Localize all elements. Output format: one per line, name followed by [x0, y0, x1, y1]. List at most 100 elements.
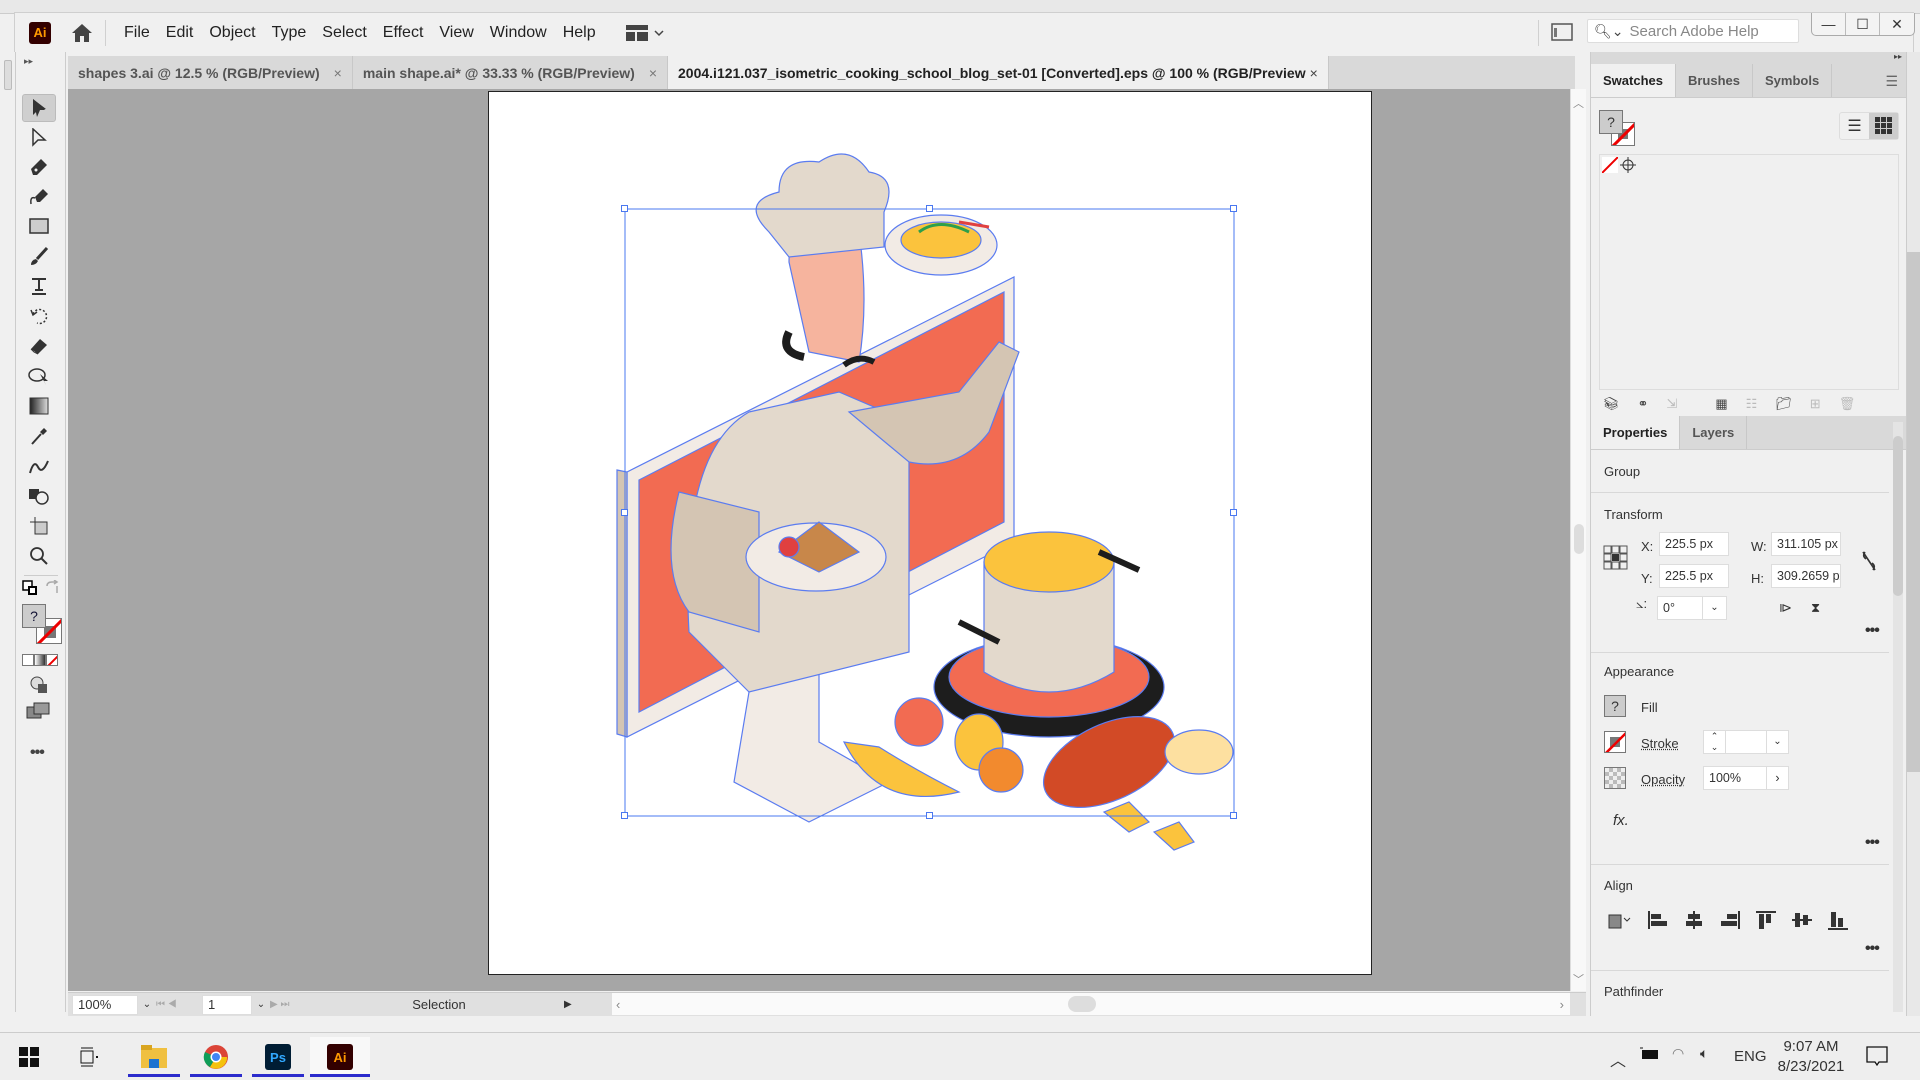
action-center-button[interactable]: [1866, 1045, 1888, 1070]
close-button[interactable]: ✕: [1880, 13, 1914, 35]
vertical-scrollbar[interactable]: ︿ ﹀: [1570, 89, 1586, 991]
scroll-handle[interactable]: [4, 60, 12, 90]
tab-brushes[interactable]: Brushes: [1676, 64, 1754, 97]
stepper-icon[interactable]: ⌃ ⌄: [1704, 731, 1726, 753]
zoom-level-field[interactable]: 100%: [72, 994, 138, 1015]
status-menu-arrow[interactable]: ▶: [564, 999, 578, 1010]
scroll-up-icon[interactable]: ︿: [1573, 95, 1584, 111]
artboard[interactable]: [488, 91, 1372, 975]
height-input[interactable]: 309.2659 px: [1771, 564, 1841, 588]
width-input[interactable]: 311.105 px: [1771, 532, 1841, 556]
menu-object[interactable]: Object: [201, 24, 263, 42]
align-bottom-icon[interactable]: [1827, 910, 1849, 930]
selection-handle[interactable]: [1230, 509, 1237, 516]
volume-icon[interactable]: 🔈︎: [1700, 1045, 1708, 1062]
fill-swatch-unknown[interactable]: ?: [22, 604, 46, 628]
align-to-selection-icon[interactable]: [1605, 910, 1633, 930]
swap-colors-button[interactable]: [44, 579, 60, 599]
scroll-right-icon[interactable]: ›: [1560, 997, 1564, 1012]
new-swatch-icon[interactable]: ⊞: [1810, 396, 1821, 412]
swatch-registration[interactable]: [1620, 157, 1636, 176]
swatch-kind-menu-icon[interactable]: ▦: [1715, 396, 1727, 412]
none-button[interactable]: [46, 654, 58, 666]
share-swatches-icon[interactable]: ⚭: [1638, 396, 1649, 412]
task-view-button[interactable]: [64, 1037, 114, 1077]
stroke-label[interactable]: Stroke: [1641, 736, 1679, 751]
maximize-button[interactable]: ☐: [1846, 13, 1880, 35]
menu-view[interactable]: View: [431, 24, 481, 42]
menu-help[interactable]: Help: [555, 24, 604, 42]
tab-shapes-3[interactable]: shapes 3.ai @ 12.5 % (RGB/Preview) ×: [68, 56, 353, 89]
more-align-options[interactable]: •••: [1865, 940, 1880, 958]
blend-tool[interactable]: [22, 452, 56, 480]
tab-symbols[interactable]: Symbols: [1753, 64, 1833, 97]
zoom-tool[interactable]: [22, 542, 56, 570]
scroll-thumb[interactable]: [1068, 996, 1096, 1012]
zoom-dropdown[interactable]: ⌄: [138, 999, 156, 1010]
close-tab-icon[interactable]: ×: [1310, 65, 1318, 81]
more-transform-options[interactable]: •••: [1865, 622, 1880, 640]
selection-handle[interactable]: [621, 812, 628, 819]
fill-swatch-unknown[interactable]: ?: [1599, 110, 1623, 134]
horizontal-scrollbar[interactable]: ‹ ›: [612, 993, 1570, 1015]
menu-file[interactable]: File: [116, 24, 158, 42]
chevron-down-icon[interactable]: ⌄: [1766, 731, 1788, 753]
selection-handle[interactable]: [621, 509, 628, 516]
show-hidden-icons-button[interactable]: ︿: [1610, 1047, 1626, 1071]
scroll-thumb[interactable]: [1907, 252, 1920, 772]
pen-tool[interactable]: [22, 153, 56, 181]
effects-button[interactable]: fx.: [1613, 812, 1629, 829]
home-button[interactable]: [69, 22, 95, 44]
stroke-weight-input[interactable]: ⌃ ⌄ ⌄: [1703, 730, 1789, 754]
y-position-input[interactable]: 225.5 px: [1659, 564, 1729, 588]
close-tab-icon[interactable]: ×: [649, 65, 657, 81]
align-top-icon[interactable]: [1755, 910, 1777, 930]
flip-horizontal-button[interactable]: ⧐: [1779, 600, 1792, 616]
selection-handle[interactable]: [1230, 205, 1237, 212]
grid-view-button[interactable]: [1869, 113, 1898, 139]
align-right-icon[interactable]: [1719, 910, 1741, 930]
scroll-left-icon[interactable]: ‹: [616, 997, 620, 1012]
collapse-arrows-icon[interactable]: ▸▸: [24, 56, 33, 67]
outer-dock-scrollbar[interactable]: [1906, 52, 1920, 1016]
eraser-tool[interactable]: [22, 332, 56, 360]
stroke-swatch[interactable]: [1604, 731, 1626, 753]
eyedropper-tool[interactable]: [22, 422, 56, 450]
artboard-first-prev-buttons[interactable]: ⏮ ◀: [156, 999, 202, 1010]
selection-handle[interactable]: [621, 205, 628, 212]
gradient-button[interactable]: [34, 654, 46, 666]
arrange-documents-button[interactable]: [1551, 23, 1573, 44]
tab-properties[interactable]: Properties: [1591, 416, 1681, 449]
menu-select[interactable]: Select: [314, 24, 374, 42]
paintbrush-tool[interactable]: [22, 242, 56, 270]
selection-handle[interactable]: [926, 205, 933, 212]
reference-point-selector[interactable]: [1603, 545, 1629, 574]
artboard-number-field[interactable]: 1: [202, 994, 252, 1015]
taskbar-photoshop[interactable]: Ps: [252, 1037, 304, 1077]
opacity-input[interactable]: 100% ›: [1703, 766, 1789, 790]
rotate-tool[interactable]: [22, 302, 56, 330]
tab-swatches[interactable]: Swatches: [1591, 64, 1676, 97]
swatch-none[interactable]: [1602, 157, 1618, 173]
close-tab-icon[interactable]: ×: [334, 65, 342, 81]
rectangle-tool[interactable]: [22, 212, 56, 240]
more-tools-button[interactable]: •••: [30, 744, 45, 762]
opacity-label[interactable]: Opacity: [1641, 772, 1685, 787]
taskbar-chrome[interactable]: [190, 1037, 242, 1077]
x-position-input[interactable]: 225.5 px: [1659, 532, 1729, 556]
menu-type[interactable]: Type: [264, 24, 315, 42]
tab-main-shape[interactable]: main shape.ai* @ 33.33 % (RGB/Preview) ×: [353, 56, 669, 89]
default-colors-button[interactable]: [22, 580, 38, 599]
fill-swatch-unknown[interactable]: ?: [1604, 695, 1626, 717]
clock[interactable]: 9:07 AM 8/23/2021: [1776, 1037, 1846, 1077]
menu-window[interactable]: Window: [482, 24, 555, 42]
more-appearance-options[interactable]: •••: [1865, 834, 1880, 852]
taskbar-illustrator[interactable]: Ai: [310, 1037, 370, 1077]
direct-selection-tool[interactable]: [22, 124, 56, 152]
workspace-switcher[interactable]: [625, 24, 664, 41]
flip-vertical-button[interactable]: ⧗: [1811, 600, 1820, 616]
new-color-group-icon[interactable]: 📁︎: [1775, 396, 1792, 412]
scroll-down-icon[interactable]: ﹀: [1573, 971, 1584, 987]
place-swatches-icon[interactable]: ⇲: [1666, 396, 1677, 412]
battery-icon[interactable]: [1640, 1047, 1660, 1064]
